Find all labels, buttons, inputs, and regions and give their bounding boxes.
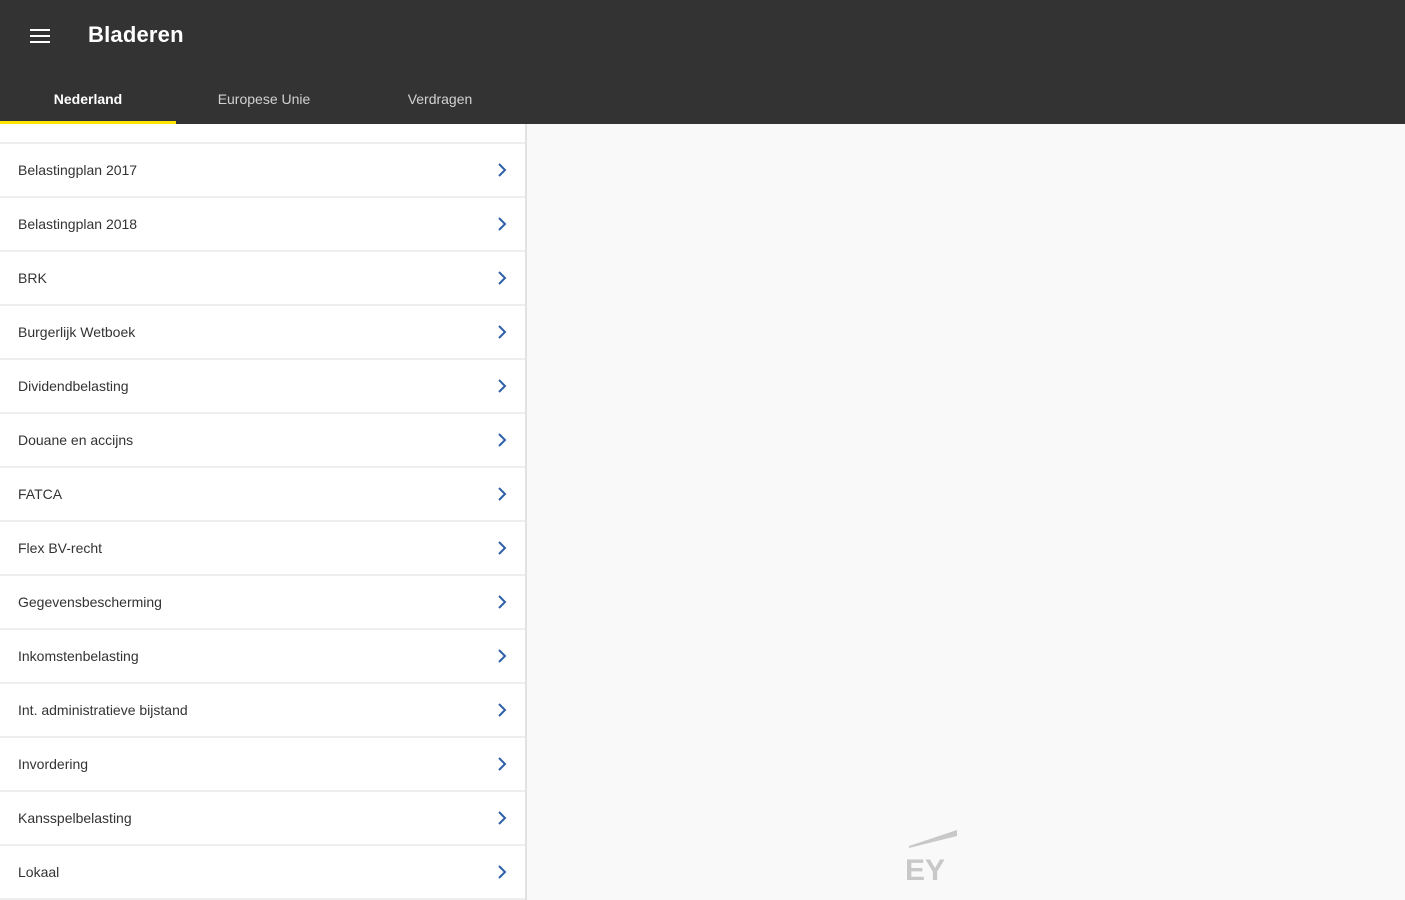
list-item[interactable]: Kansspelbelasting: [0, 792, 525, 846]
list-item[interactable]: Dividendbelasting: [0, 360, 525, 414]
chevron-right-icon: [495, 271, 509, 285]
list-item[interactable]: Inkomstenbelasting: [0, 630, 525, 684]
list-item[interactable]: Lokaal: [0, 846, 525, 900]
list-item-label: Gegevensbescherming: [18, 594, 162, 610]
list-item-label: Int. administratieve bijstand: [18, 702, 188, 718]
list-item-label: Lokaal: [18, 864, 60, 880]
list-item[interactable]: Belastingplan 2018: [0, 198, 525, 252]
detail-pane: EY: [527, 124, 1405, 900]
chevron-right-icon: [495, 703, 509, 717]
chevron-right-icon: [495, 811, 509, 825]
list-item[interactable]: Invordering: [0, 738, 525, 792]
tab-bar: Nederland Europese Unie Verdragen: [0, 74, 528, 124]
chevron-right-icon: [495, 649, 509, 663]
tab-europese-unie[interactable]: Europese Unie: [176, 74, 352, 124]
menu-line: [30, 35, 50, 37]
list-item-label: Inkomstenbelasting: [18, 648, 139, 664]
list-item[interactable]: Flex BV-recht: [0, 522, 525, 576]
menu-line: [30, 29, 50, 31]
chevron-right-icon: [495, 379, 509, 393]
ey-logo: EY: [905, 830, 957, 884]
chevron-right-icon: [495, 865, 509, 879]
list-item[interactable]: Belastingplan 2017: [0, 144, 525, 198]
ey-logo-text: EY: [905, 854, 945, 884]
list-item-label: Invordering: [18, 756, 89, 772]
menu-line: [30, 41, 50, 43]
list-item-label: Kansspelbelasting: [18, 810, 132, 826]
list-item[interactable]: FATCA: [0, 468, 525, 522]
list-item[interactable]: Burgerlijk Wetboek: [0, 306, 525, 360]
list-item[interactable]: Douane en accijns: [0, 414, 525, 468]
chevron-right-icon: [495, 217, 509, 231]
list-item-label: Belastingplan 2017: [18, 162, 138, 178]
chevron-right-icon: [495, 163, 509, 177]
list-item-label: FATCA: [18, 486, 63, 502]
hamburger-menu-icon[interactable]: [22, 18, 58, 54]
list-item-label: Belastingplan 2018: [18, 216, 138, 232]
chevron-right-icon: [495, 541, 509, 555]
list-item-label: Burgerlijk Wetboek: [18, 324, 136, 340]
chevron-right-icon: [495, 757, 509, 771]
page-title: Bladeren: [88, 22, 184, 47]
list-item-label: Dividendbelasting: [18, 378, 129, 394]
list-top-spacer: [0, 124, 525, 144]
app-bar: Bladeren Nederland Europese Unie Verdrag…: [0, 0, 1405, 124]
list-item-label: BRK: [18, 270, 47, 286]
chevron-right-icon: [495, 595, 509, 609]
tab-verdragen[interactable]: Verdragen: [352, 74, 528, 124]
list-item[interactable]: Gegevensbescherming: [0, 576, 525, 630]
list-item-label: Douane en accijns: [18, 432, 134, 448]
chevron-right-icon: [495, 487, 509, 501]
list-item[interactable]: BRK: [0, 252, 525, 306]
chevron-right-icon: [495, 433, 509, 447]
chevron-right-icon: [495, 325, 509, 339]
category-list: Belastingplan 2017 Belastingplan 2018 BRK B…: [0, 124, 527, 900]
list-item[interactable]: Int. administratieve bijstand: [0, 684, 525, 738]
list-item-label: Flex BV-recht: [18, 540, 103, 556]
tab-nederland[interactable]: Nederland: [0, 74, 176, 124]
